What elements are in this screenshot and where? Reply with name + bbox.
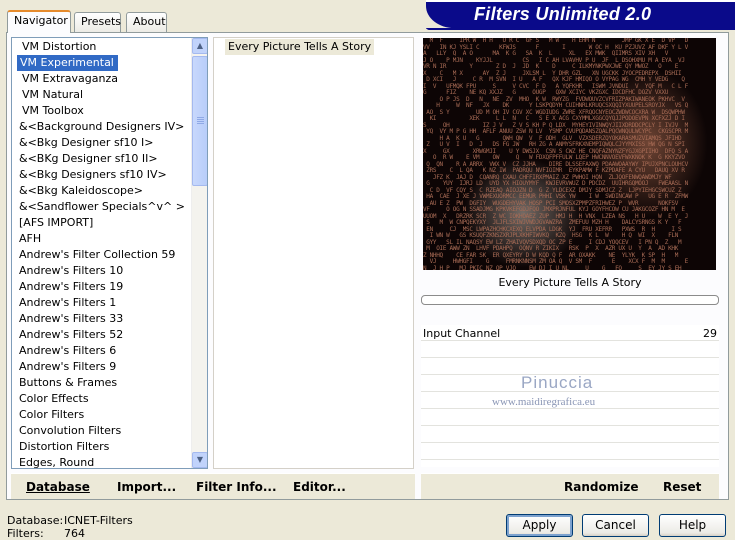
category-item[interactable]: Andrew's Filters 9	[12, 359, 207, 375]
tab-navigator[interactable]: Navigator	[7, 10, 71, 33]
filter-info-button[interactable]: Filter Info...	[196, 480, 277, 494]
apply-button[interactable]: Apply	[506, 514, 573, 537]
category-item[interactable]: &<Sandflower Specials^v^ >	[12, 199, 207, 215]
category-item[interactable]: [AFS IMPORT]	[12, 215, 207, 231]
category-item[interactable]: Andrew's Filters 19	[12, 279, 207, 295]
category-item[interactable]: Color Filters	[12, 407, 207, 423]
preview-caption: Every Picture Tells A Story	[498, 276, 642, 289]
parameter-value: 29	[703, 327, 717, 340]
reset-button[interactable]: Reset	[663, 480, 701, 494]
watermark-name: Pinuccia	[521, 373, 594, 392]
filters-value: 764	[64, 527, 85, 540]
category-item[interactable]: VM Toolbox	[12, 103, 207, 119]
chevron-up-icon[interactable]: ▲	[192, 38, 207, 54]
watermark-url: www.maidiregrafica.eu	[492, 396, 596, 408]
category-item[interactable]: Andrew's Filters 52	[12, 327, 207, 343]
filter-list[interactable]: Every Picture Tells A Story	[213, 37, 414, 469]
left-toolbar: Database Import... Filter Info... Editor…	[11, 473, 415, 499]
category-item[interactable]: &<Bkg Kaleidoscope>	[12, 183, 207, 199]
cancel-button[interactable]: Cancel	[582, 514, 649, 537]
progress-bar	[421, 295, 719, 305]
scroll-thumb[interactable]	[192, 56, 207, 186]
parameter-row-empty	[421, 427, 719, 443]
category-item[interactable]: VM Extravaganza	[12, 71, 207, 87]
category-item[interactable]: Andrew's Filters 6	[12, 343, 207, 359]
app-banner: Filters Unlimited 2.0	[426, 0, 735, 28]
filters-label: Filters:	[7, 527, 44, 540]
category-item[interactable]: Color Effects	[12, 391, 207, 407]
randomize-button[interactable]: Randomize	[564, 480, 638, 494]
editor-button[interactable]: Editor...	[293, 480, 346, 494]
category-item[interactable]: &<Bkg Designers sf10 IV>	[12, 167, 207, 183]
category-item[interactable]: &<BKg Designer sf10 II>	[12, 151, 207, 167]
right-toolbar: Randomize Reset	[421, 473, 719, 499]
database-value: ICNET-Filters	[64, 514, 133, 527]
database-button[interactable]: Database	[26, 480, 90, 494]
category-scrollbar[interactable]: ▲ ▼	[191, 38, 207, 468]
tab-presets[interactable]: Presets	[74, 12, 121, 32]
category-item[interactable]: AFH	[12, 231, 207, 247]
app-title: Filters Unlimited 2.0	[474, 4, 652, 24]
help-button[interactable]: Help	[659, 514, 726, 537]
parameter-row[interactable]: Input Channel 29	[421, 325, 719, 341]
parameter-row-empty	[421, 410, 719, 426]
category-item[interactable]: &<Background Designers IV>	[12, 119, 207, 135]
import-button[interactable]: Import...	[117, 480, 176, 494]
tab-about[interactable]: About	[126, 12, 167, 32]
category-item[interactable]: &<Bkg Designer sf10 I>	[12, 135, 207, 151]
chevron-down-icon[interactable]: ▼	[192, 452, 207, 468]
preview-image: M F IPR W H H U R C GF S M W H EHM N JMP…	[423, 38, 716, 270]
database-label: Database:	[7, 514, 64, 527]
category-item[interactable]: Distortion Filters	[12, 439, 207, 455]
category-item[interactable]: VM Natural	[12, 87, 207, 103]
category-item[interactable]: Andrew's Filters 1	[12, 295, 207, 311]
category-item[interactable]: Andrew's Filter Collection 59	[12, 247, 207, 263]
category-list[interactable]: VM Distortion VM Experimental VM Extrava…	[11, 37, 208, 469]
category-item[interactable]: Andrew's Filters 10	[12, 263, 207, 279]
category-item[interactable]: Edges, Round	[12, 455, 207, 468]
parameter-label: Input Channel	[423, 327, 501, 340]
category-item[interactable]: Buttons & Frames	[12, 375, 207, 391]
category-item-selected[interactable]: VM Experimental	[17, 55, 118, 71]
category-item[interactable]: VM Distortion	[12, 39, 207, 55]
category-item[interactable]: Andrew's Filters 33	[12, 311, 207, 327]
parameter-row-empty	[421, 342, 719, 358]
filter-item[interactable]: Every Picture Tells A Story	[225, 39, 375, 55]
parameter-row-empty	[421, 444, 719, 460]
category-item[interactable]: Convolution Filters	[12, 423, 207, 439]
